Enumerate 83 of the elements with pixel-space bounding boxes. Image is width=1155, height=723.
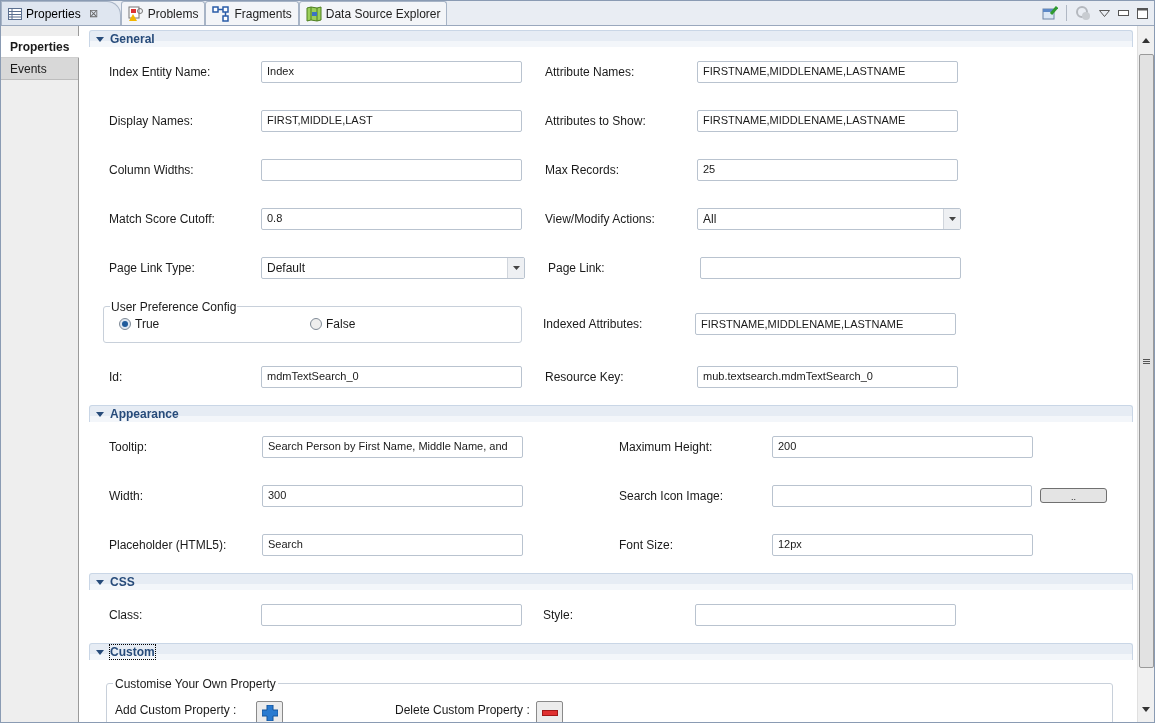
field-label: Id:: [109, 368, 124, 386]
dropdown-triangle-icon[interactable]: [1099, 9, 1110, 17]
field-label: Index Entity Name:: [109, 63, 212, 81]
field-label: View/Modify Actions:: [545, 210, 656, 228]
input-field[interactable]: FIRST,MIDDLE,LAST: [261, 109, 522, 132]
delete-button[interactable]: [536, 701, 563, 722]
dropdown-caret-icon: [512, 265, 520, 270]
dropdown-caret-icon: [948, 216, 956, 221]
input-field[interactable]: mdmTextSearch_0: [261, 365, 522, 388]
section-header[interactable]: CSS: [89, 573, 1133, 590]
field-label: Style:: [543, 606, 574, 624]
problems-icon: [127, 5, 144, 22]
fragments-icon: [212, 5, 231, 22]
expanded-caret-icon[interactable]: [96, 649, 104, 655]
expanded-caret-icon[interactable]: [96, 36, 104, 42]
field-label: Indexed Attributes:: [543, 316, 644, 333]
input-field[interactable]: Search Person by First Name, Middle Name, and: [262, 435, 523, 458]
field-label: Font Size:: [619, 536, 675, 554]
field-label: Search Icon Image:: [619, 487, 725, 505]
field-label: Page Link Type:: [109, 259, 196, 277]
input-field[interactable]: Index: [261, 60, 522, 83]
section-header[interactable]: Appearance: [89, 405, 1133, 422]
scroll-down-icon[interactable]: [1142, 706, 1150, 712]
field-label: Placeholder (HTML5):: [109, 536, 228, 554]
input-field[interactable]: [700, 256, 961, 279]
field-label: Attribute Names:: [545, 63, 636, 81]
dropdown[interactable]: Default: [261, 256, 525, 279]
section-header[interactable]: Custom: [89, 643, 1133, 660]
minimize-icon[interactable]: [1118, 10, 1129, 16]
field-label: Attributes to Show:: [545, 112, 647, 130]
input-field[interactable]: Search: [262, 533, 523, 556]
grip-icon: [1142, 358, 1150, 364]
input-field[interactable]: 200: [772, 435, 1033, 458]
scrollbar-thumb[interactable]: [1138, 54, 1154, 668]
map-icon: [305, 5, 322, 22]
expanded-caret-icon[interactable]: [96, 579, 104, 585]
field-label: Match Score Cutoff:: [109, 210, 216, 228]
radio-label: False: [326, 316, 356, 333]
field-label: Add Custom Property :: [115, 702, 238, 719]
add-button[interactable]: [256, 701, 283, 722]
plus-icon: [261, 705, 278, 721]
side-tab[interactable]: Properties: [1, 36, 79, 58]
input-field[interactable]: 25: [697, 158, 958, 181]
field-label: Maximum Height:: [619, 438, 714, 456]
field-label: Delete Custom Property :: [395, 702, 531, 719]
input-field[interactable]: FIRSTNAME,MIDDLENAME,LASTNAME: [695, 313, 956, 335]
radio-label: True: [135, 316, 160, 333]
input-field[interactable]: 300: [262, 484, 523, 507]
input-field[interactable]: FIRSTNAME,MIDDLENAME,LASTNAME: [697, 109, 958, 132]
view-tab[interactable]: Properties ⊠: [1, 1, 121, 25]
input-field[interactable]: FIRSTNAME,MIDDLENAME,LASTNAME: [697, 60, 958, 83]
section-header[interactable]: General: [89, 30, 1133, 47]
scroll-up-icon[interactable]: [1142, 37, 1150, 43]
field-label: Width:: [109, 487, 144, 505]
minus-icon: [541, 710, 558, 716]
table-icon: [8, 7, 22, 20]
input-field[interactable]: [772, 484, 1032, 507]
input-field[interactable]: [261, 603, 522, 626]
pin-window-icon[interactable]: [1042, 6, 1058, 20]
side-tab[interactable]: Events: [1, 58, 78, 80]
maximize-icon[interactable]: [1137, 7, 1148, 19]
radio-button[interactable]: [310, 318, 322, 330]
input-field[interactable]: 0.8: [261, 207, 522, 230]
radio-button[interactable]: [119, 318, 131, 330]
field-label: Tooltip:: [109, 438, 149, 456]
field-label: Column Widths:: [109, 161, 195, 179]
expanded-caret-icon[interactable]: [96, 411, 104, 417]
view-tab[interactable]: Problems: [120, 1, 206, 25]
close-button[interactable]: ⊠: [88, 5, 98, 22]
input-field[interactable]: [261, 158, 522, 181]
input-field[interactable]: 12px: [772, 533, 1033, 556]
view-tab[interactable]: Fragments: [205, 1, 299, 25]
browse-button[interactable]: ..: [1040, 488, 1107, 503]
field-label: Display Names:: [109, 112, 195, 130]
input-field[interactable]: mub.textsearch.mdmTextSearch_0: [697, 365, 958, 388]
view-tab[interactable]: Data Source Explorer: [298, 1, 448, 25]
input-field[interactable]: [695, 603, 956, 626]
field-label: Max Records:: [545, 161, 621, 179]
scrollbar[interactable]: [1137, 26, 1154, 722]
field-label: Class:: [109, 606, 144, 624]
dropdown[interactable]: All: [697, 207, 961, 230]
field-label: Page Link:: [548, 259, 606, 277]
field-label: Resource Key:: [545, 368, 625, 386]
